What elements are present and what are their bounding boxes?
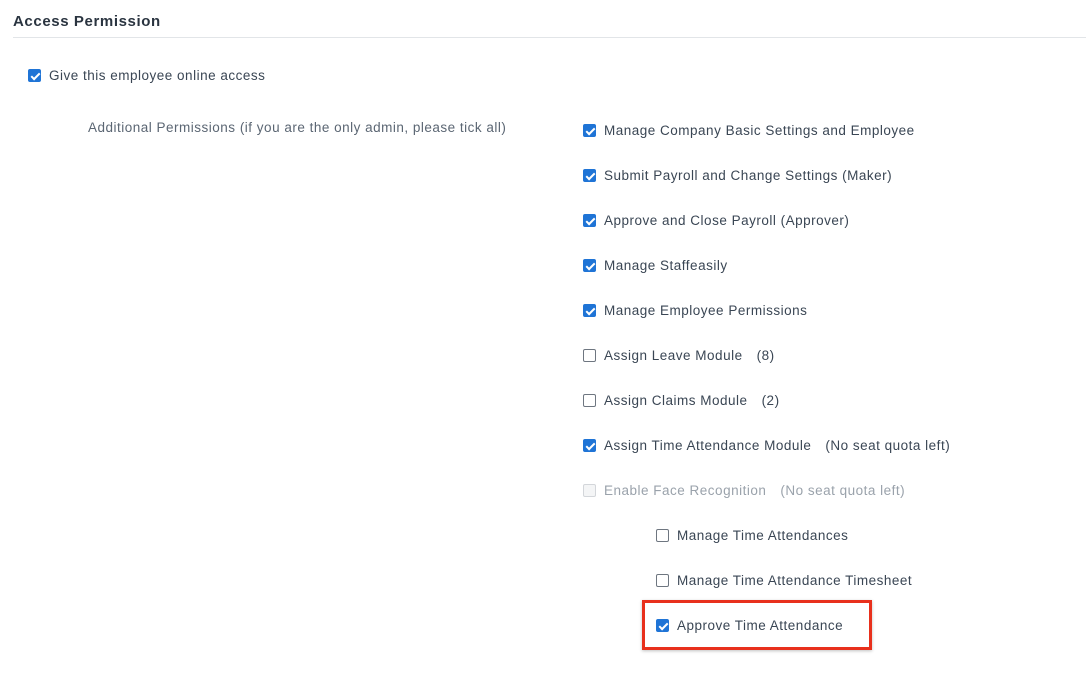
permission-label: Manage Staffeasily xyxy=(604,258,728,273)
permission-label: Assign Leave Module xyxy=(604,348,743,363)
online-access-option[interactable]: Give this employee online access xyxy=(28,68,265,83)
permission-label: Assign Claims Module xyxy=(604,393,748,408)
permission-manage-company[interactable]: Manage Company Basic Settings and Employ… xyxy=(583,123,915,138)
permission-checkbox[interactable] xyxy=(583,304,596,317)
permission-label: Manage Company Basic Settings and Employ… xyxy=(604,123,915,138)
permission-checkbox[interactable] xyxy=(583,124,596,137)
highlight-annotation-box xyxy=(642,600,872,650)
permission-assign-time-attendance[interactable]: Assign Time Attendance Module (No seat q… xyxy=(583,438,950,453)
additional-permissions-label: Additional Permissions (if you are the o… xyxy=(88,120,507,135)
section-divider xyxy=(13,37,1086,38)
ta-permission-label: Manage Time Attendance Timesheet xyxy=(677,573,913,588)
permission-label: Manage Employee Permissions xyxy=(604,303,808,318)
permission-label: Approve and Close Payroll (Approver) xyxy=(604,213,850,228)
ta-permission-manage-timesheet[interactable]: Manage Time Attendance Timesheet xyxy=(656,573,912,588)
permission-count: (2) xyxy=(761,393,780,408)
ta-permission-checkbox[interactable] xyxy=(656,574,669,587)
permission-checkbox[interactable] xyxy=(583,394,596,407)
ta-permission-label: Manage Time Attendances xyxy=(677,528,849,543)
permission-label: Assign Time Attendance Module xyxy=(604,438,812,453)
permission-approve-payroll[interactable]: Approve and Close Payroll (Approver) xyxy=(583,213,849,228)
permission-label: Enable Face Recognition xyxy=(604,483,767,498)
permission-manage-employee-permissions[interactable]: Manage Employee Permissions xyxy=(583,303,807,318)
permission-checkbox[interactable] xyxy=(583,214,596,227)
online-access-checkbox[interactable] xyxy=(28,69,41,82)
permission-assign-leave[interactable]: Assign Leave Module (8) xyxy=(583,348,775,363)
permission-checkbox[interactable] xyxy=(583,169,596,182)
permission-quota-note: (No seat quota left) xyxy=(825,438,951,453)
online-access-label: Give this employee online access xyxy=(49,68,266,83)
permission-checkbox-disabled xyxy=(583,484,596,497)
permission-checkbox[interactable] xyxy=(583,349,596,362)
ta-permission-checkbox[interactable] xyxy=(656,529,669,542)
ta-permission-manage-attendances[interactable]: Manage Time Attendances xyxy=(656,528,848,543)
permission-quota-note: (No seat quota left) xyxy=(780,483,906,498)
permission-label: Submit Payroll and Change Settings (Make… xyxy=(604,168,893,183)
section-title: Access Permission xyxy=(13,13,161,30)
permission-count: (8) xyxy=(756,348,775,363)
permission-checkbox[interactable] xyxy=(583,259,596,272)
permission-face-recognition: Enable Face Recognition (No seat quota l… xyxy=(583,483,905,498)
permission-submit-payroll[interactable]: Submit Payroll and Change Settings (Make… xyxy=(583,168,892,183)
permission-assign-claims[interactable]: Assign Claims Module (2) xyxy=(583,393,780,408)
permission-manage-staffeasily[interactable]: Manage Staffeasily xyxy=(583,258,728,273)
permission-checkbox[interactable] xyxy=(583,439,596,452)
